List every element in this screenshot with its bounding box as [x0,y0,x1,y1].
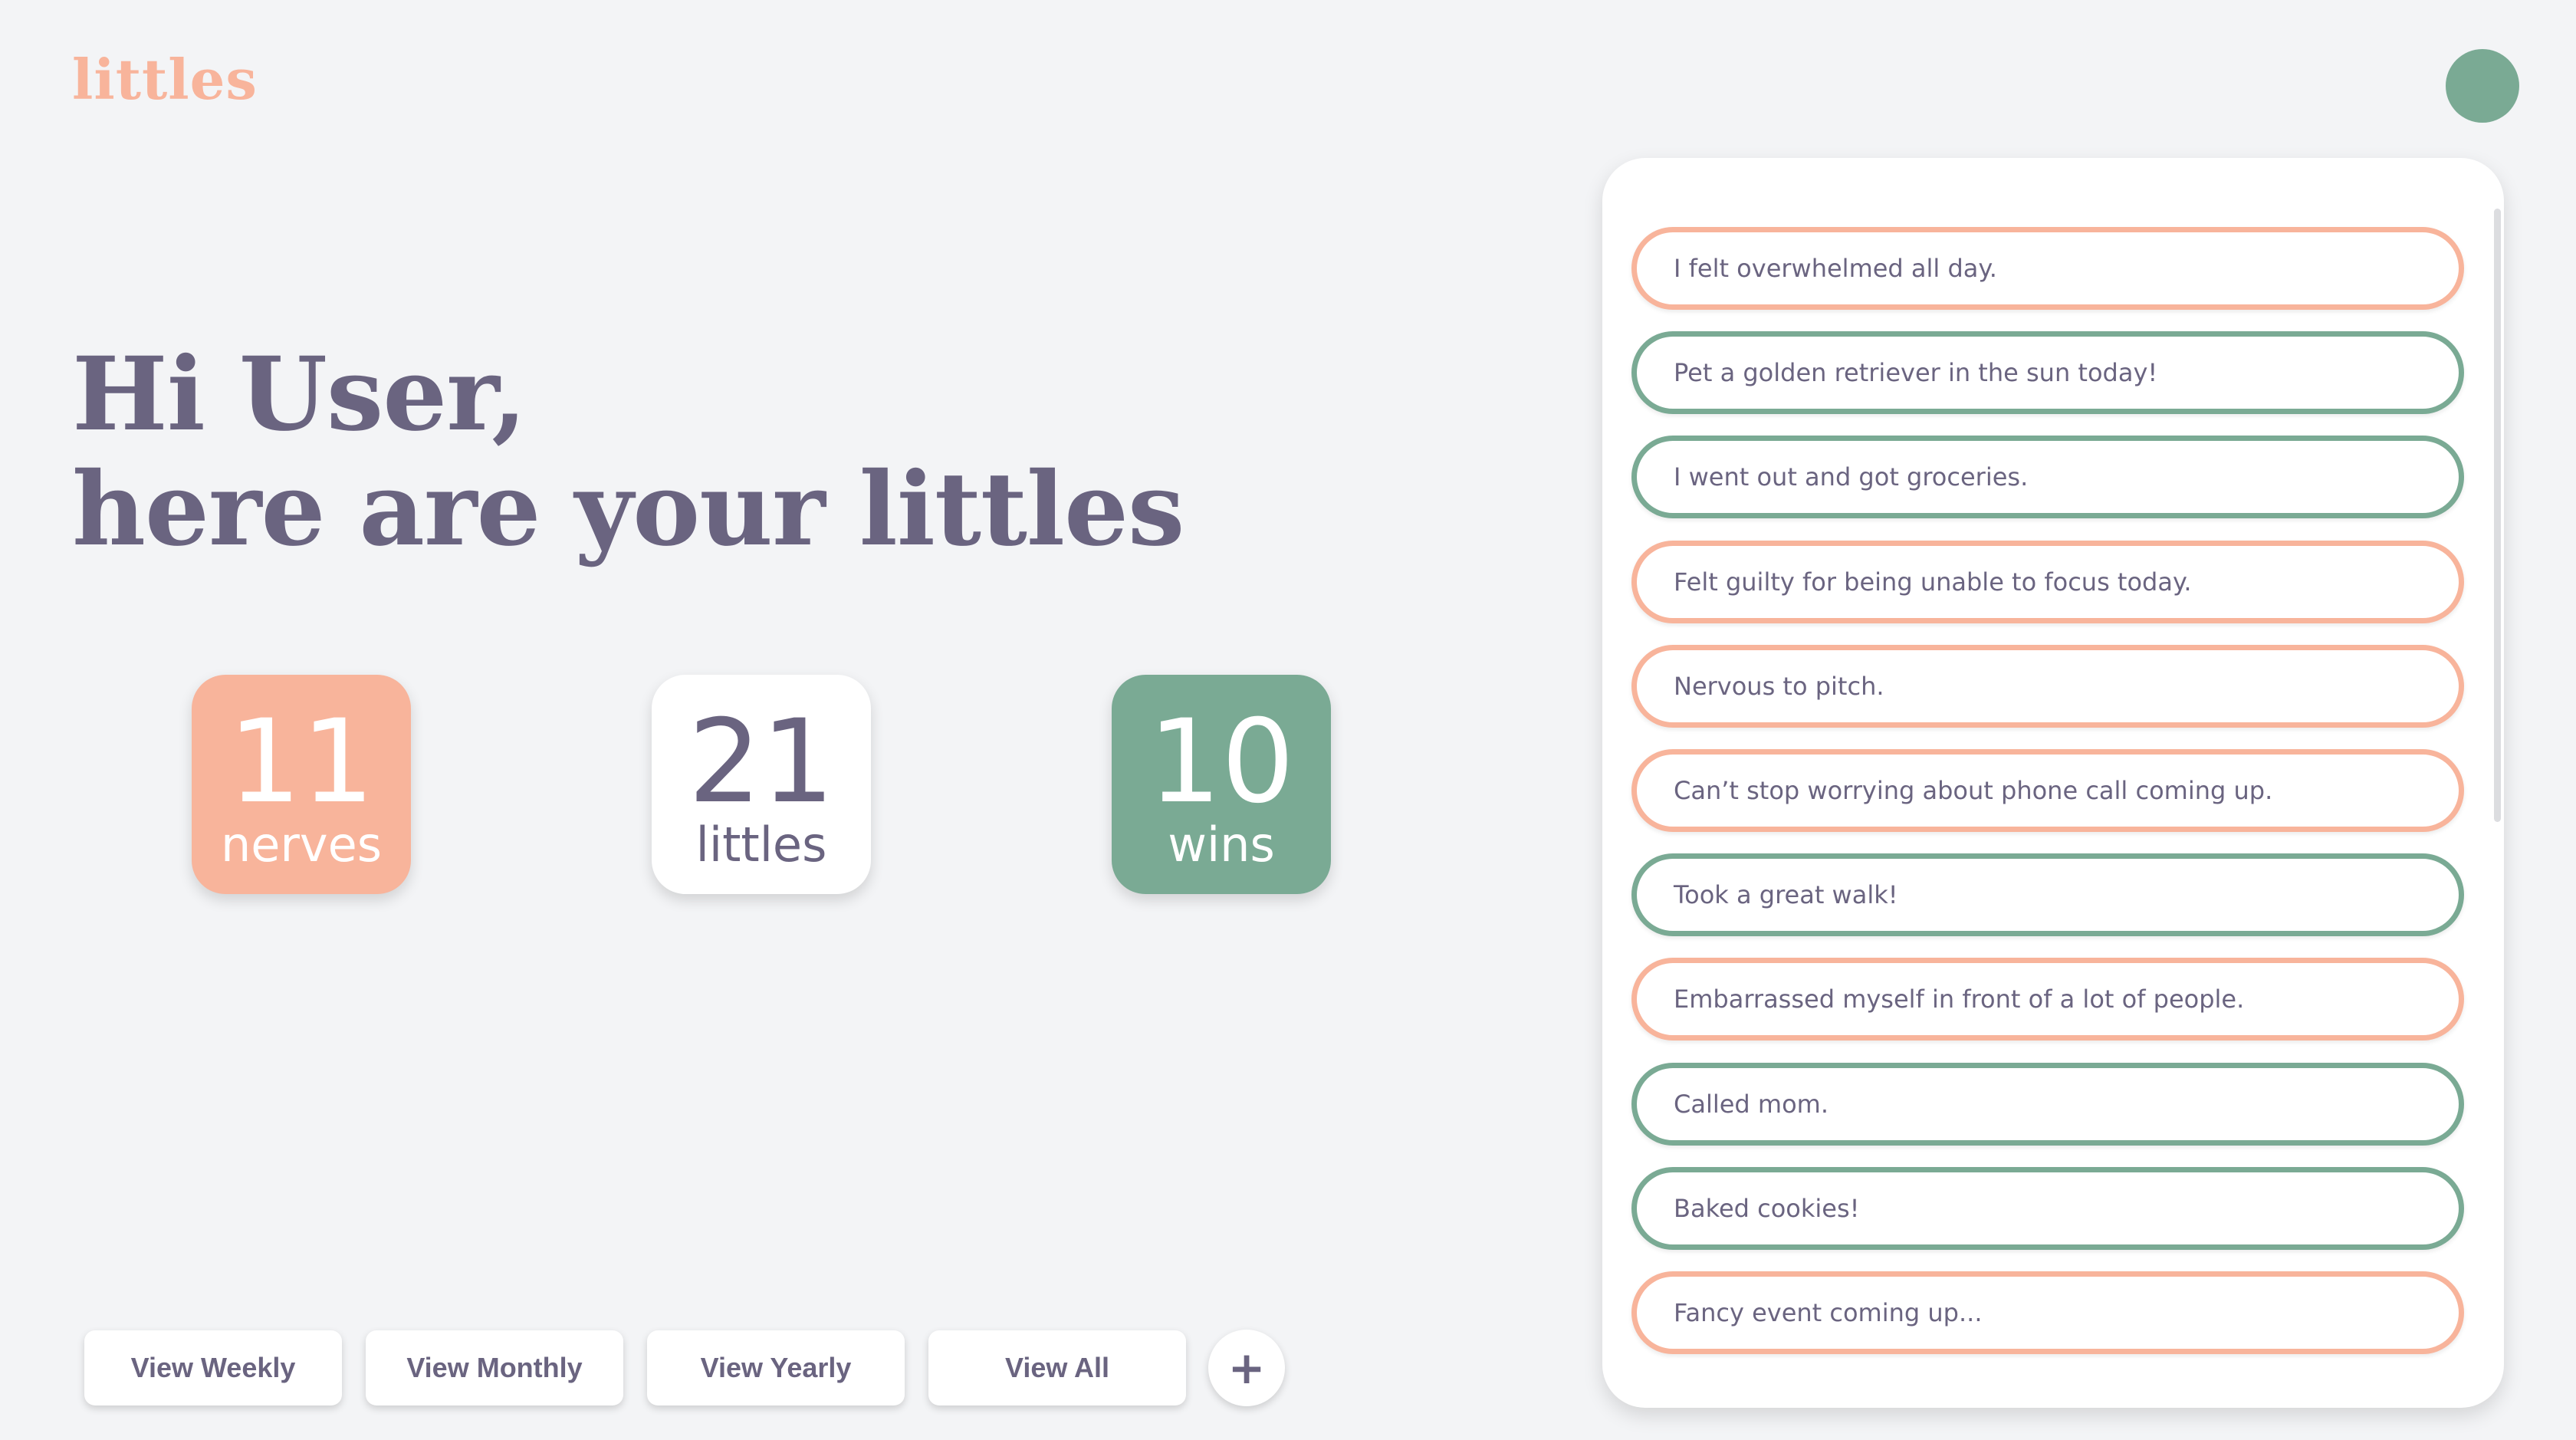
littles-stat-card[interactable]: 21 littles [652,675,871,894]
littles-count: 21 [688,695,835,829]
entry-item-nerve[interactable]: Felt guilty for being unable to focus to… [1631,540,2464,623]
entries-panel: I felt overwhelmed all day. Pet a golden … [1602,158,2504,1408]
wins-label: wins [1168,817,1275,873]
wins-stat-card[interactable]: 10 wins [1112,675,1331,894]
add-entry-button[interactable]: + [1208,1330,1285,1406]
view-monthly-button[interactable]: View Monthly [366,1330,623,1405]
user-avatar[interactable] [2446,49,2519,123]
entry-item-nerve[interactable]: Nervous to pitch. [1631,644,2464,728]
entry-item-win[interactable]: Pet a golden retriever in the sun today! [1631,331,2464,415]
app-logo[interactable]: littles [72,52,258,107]
littles-label: littles [695,817,827,873]
wins-count: 10 [1148,695,1295,829]
entry-item-nerve[interactable]: Embarrassed myself in front of a lot of … [1631,958,2464,1041]
plus-icon: + [1227,1342,1266,1394]
nerves-label: nerves [220,817,383,873]
view-filter-bar: View Weekly View Monthly View Yearly Vie… [84,1330,1285,1406]
nerves-count: 11 [228,695,375,829]
view-yearly-button[interactable]: View Yearly [647,1330,905,1405]
entry-item-nerve[interactable]: Fancy event coming up... [1631,1271,2464,1354]
greeting-heading: Hi User, here are your littles [72,337,1184,567]
entry-item-win[interactable]: I went out and got groceries. [1631,436,2464,519]
view-all-button[interactable]: View All [928,1330,1186,1405]
nerves-stat-card[interactable]: 11 nerves [192,675,411,894]
entry-item-win[interactable]: Baked cookies! [1631,1166,2464,1250]
view-weekly-button[interactable]: View Weekly [84,1330,342,1405]
entries-scrollbar[interactable] [2494,209,2501,822]
greeting-line-2: here are your littles [72,450,1184,569]
entry-item-nerve[interactable]: Can’t stop worrying about phone call com… [1631,748,2464,832]
entry-item-win[interactable]: Called mom. [1631,1062,2464,1146]
entry-item-nerve[interactable]: I felt overwhelmed all day. [1631,227,2464,310]
entries-list: I felt overwhelmed all day. Pet a golden … [1631,227,2464,1376]
entry-item-win[interactable]: Took a great walk! [1631,853,2464,937]
greeting-line-1: Hi User, [72,335,527,454]
